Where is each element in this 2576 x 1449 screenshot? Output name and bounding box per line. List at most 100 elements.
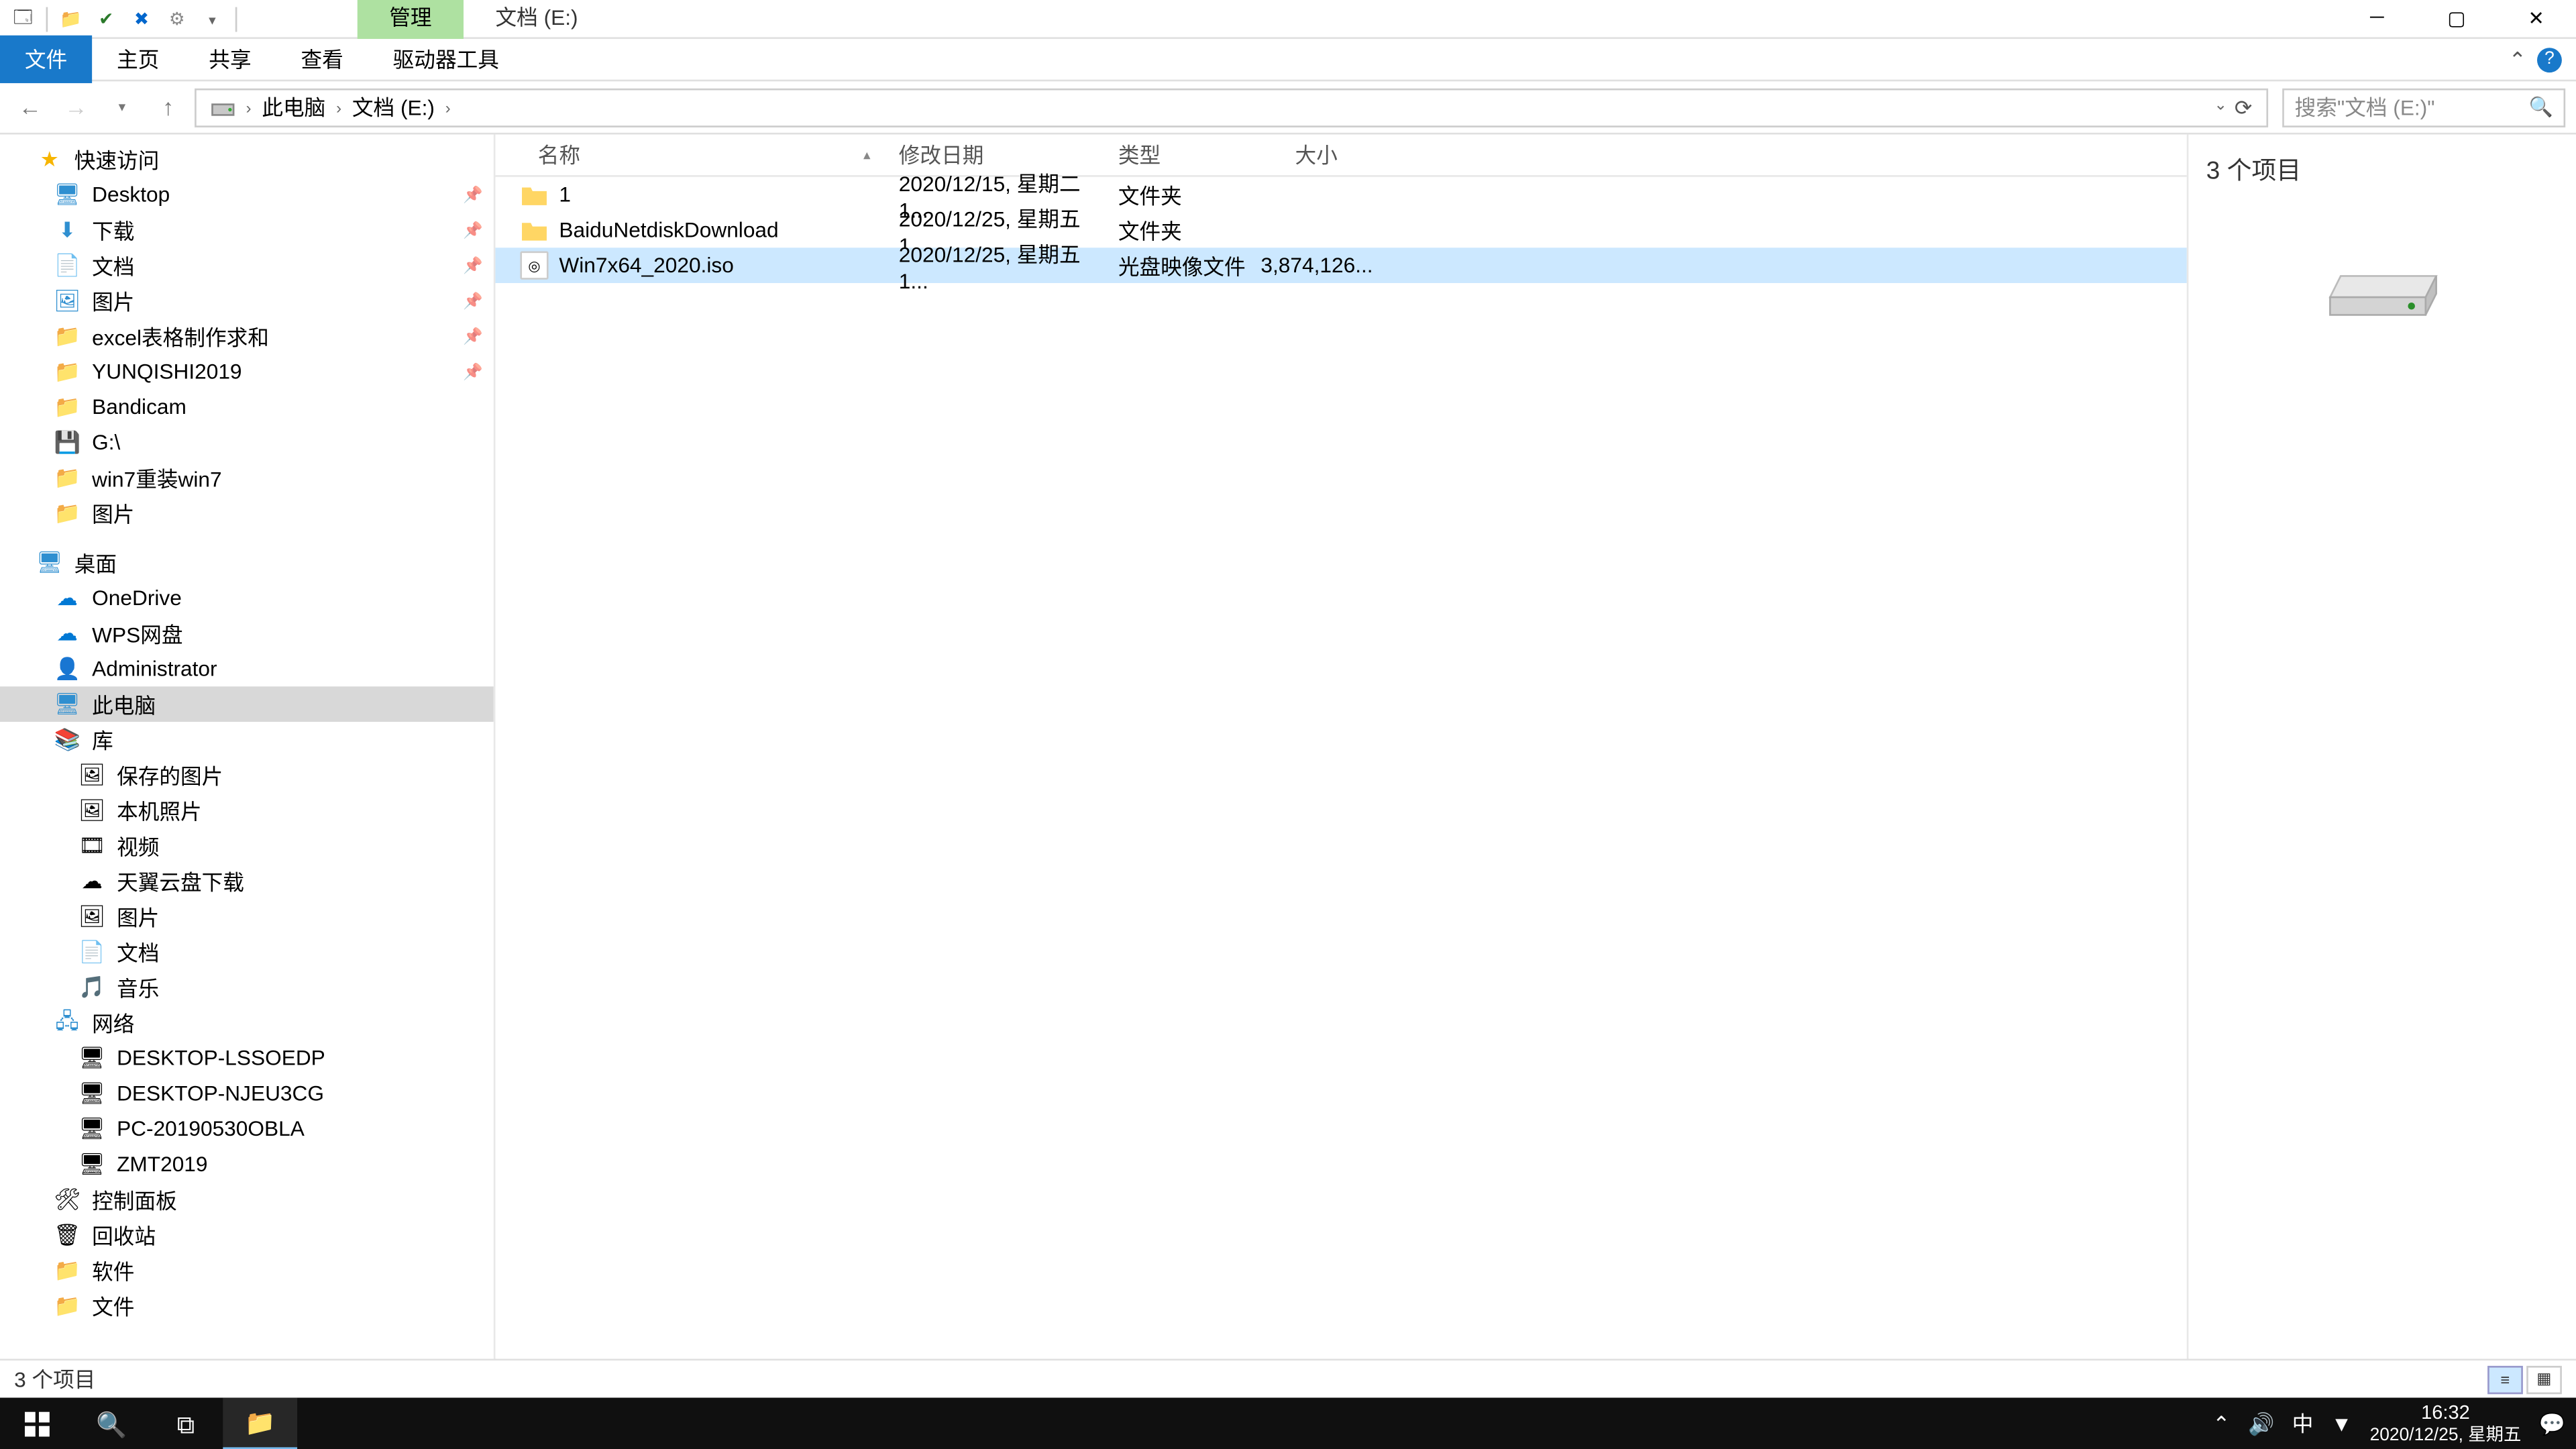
qat-folder-icon[interactable]: 📁: [55, 3, 87, 35]
nav-pinned-folder[interactable]: 📁excel表格制作求和📌: [0, 319, 494, 354]
search-button[interactable]: 🔍: [74, 1398, 149, 1449]
breadcrumb-thispc[interactable]: 此电脑: [255, 89, 333, 125]
pc-icon: 🖥: [78, 1044, 106, 1072]
nav-network-pc[interactable]: 🖥PC-20190530OBLA: [0, 1111, 494, 1146]
start-button[interactable]: [0, 1398, 74, 1449]
nav-network-pc[interactable]: 🖥DESKTOP-LSSOEDP: [0, 1040, 494, 1076]
qat-dropdown-icon[interactable]: ▾: [197, 3, 228, 35]
cloud-icon: ☁: [53, 584, 81, 612]
nav-pinned-folder[interactable]: 📁win7重装win7: [0, 460, 494, 496]
qat-check-icon[interactable]: ✔: [91, 3, 122, 35]
qat-gear-icon[interactable]: ⚙: [161, 3, 193, 35]
volume-icon[interactable]: 🔊: [2248, 1412, 2274, 1437]
folder-icon: 📁: [53, 358, 81, 386]
pictures-icon: 🖼: [78, 902, 106, 930]
menu-share[interactable]: 共享: [184, 36, 276, 83]
addr-dropdown-icon[interactable]: ⌄: [2214, 95, 2227, 119]
qat-nav-icon[interactable]: 🗔: [7, 3, 39, 35]
view-details-button[interactable]: ≡: [2487, 1365, 2523, 1393]
nav-pinned-documents[interactable]: 📄文档📌: [0, 248, 494, 283]
close-button[interactable]: ✕: [2496, 0, 2576, 36]
nav-network-pc[interactable]: 🖥DESKTOP-NJEU3CG: [0, 1076, 494, 1112]
file-row[interactable]: 1 2020/12/15, 星期二 1... 文件夹: [495, 177, 2186, 213]
nav-desktop-root[interactable]: 🖥桌面: [0, 545, 494, 580]
breadcrumb-sep[interactable]: ›: [445, 98, 451, 115]
nav-back-button[interactable]: ←: [11, 88, 50, 127]
status-bar: 3 个项目 ≡ ▦: [0, 1358, 2576, 1397]
user-icon: 👤: [53, 655, 81, 683]
nav-library-item[interactable]: 🖼图片: [0, 899, 494, 934]
maximize-button[interactable]: ▢: [2417, 0, 2497, 36]
nav-pinned-downloads[interactable]: ⬇下载📌: [0, 212, 494, 248]
nav-libraries[interactable]: 📚库: [0, 722, 494, 757]
file-row[interactable]: BaiduNetdiskDownload 2020/12/25, 星期五 1..…: [495, 212, 2186, 248]
folder-icon: 📁: [53, 392, 81, 421]
nav-network-pc[interactable]: 🖥ZMT2019: [0, 1146, 494, 1182]
column-headers: 名称▴ 修改日期 类型 大小: [495, 134, 2186, 176]
qat-close-icon[interactable]: ✖: [125, 3, 157, 35]
nav-library-item[interactable]: 🎵音乐: [0, 969, 494, 1005]
nav-user[interactable]: 👤Administrator: [0, 651, 494, 687]
tray-chevron-icon[interactable]: ⌃: [2212, 1412, 2231, 1437]
nav-forward-button[interactable]: →: [56, 88, 95, 127]
view-icons-button[interactable]: ▦: [2526, 1365, 2562, 1393]
menu-file[interactable]: 文件: [0, 36, 92, 83]
nav-recycle[interactable]: 🗑回收站: [0, 1218, 494, 1253]
pictures-icon: 🖼: [78, 796, 106, 824]
nav-pinned-desktop[interactable]: 🖥Desktop📌: [0, 177, 494, 213]
tray-app-icon[interactable]: ▼: [2331, 1412, 2352, 1437]
nav-pinned-drive[interactable]: 💾G:\: [0, 425, 494, 460]
pin-icon: 📌: [463, 185, 483, 205]
ribbon-expand-icon[interactable]: ⌃: [2509, 47, 2527, 72]
nav-pinned-pictures[interactable]: 🖼图片📌: [0, 283, 494, 319]
contextual-tab-manage[interactable]: 管理: [358, 0, 464, 39]
nav-onedrive[interactable]: ☁OneDrive: [0, 580, 494, 616]
cloud-icon: ☁: [53, 619, 81, 647]
nav-thispc[interactable]: 🖥此电脑: [0, 686, 494, 722]
search-input[interactable]: 搜索"文档 (E:)" 🔍: [2282, 88, 2565, 127]
nav-pinned-folder[interactable]: 📁Bandicam: [0, 389, 494, 425]
col-type[interactable]: 类型: [1104, 134, 1281, 175]
nav-library-item[interactable]: 📄文档: [0, 934, 494, 970]
nav-control-panel[interactable]: 🛠控制面板: [0, 1182, 494, 1218]
file-row[interactable]: ◎Win7x64_2020.iso 2020/12/25, 星期五 1... 光…: [495, 248, 2186, 283]
refresh-icon[interactable]: ⟳: [2235, 95, 2253, 119]
system-tray: ⌃ 🔊 中 ▼ 16:32 2020/12/25, 星期五 💬: [2202, 1403, 2576, 1446]
folder-icon: 📁: [53, 499, 81, 527]
breadcrumb-sep[interactable]: ›: [246, 98, 252, 115]
music-icon: 🎵: [78, 973, 106, 1002]
nav-library-item[interactable]: 🖼保存的图片: [0, 757, 494, 793]
breadcrumb-bar[interactable]: › 此电脑 › 文档 (E:) › ⌄ ⟳: [195, 88, 2268, 127]
nav-pinned-folder[interactable]: 📁图片: [0, 495, 494, 531]
nav-folder[interactable]: 📁文件: [0, 1288, 494, 1324]
breadcrumb-drive[interactable]: 文档 (E:): [345, 89, 441, 125]
nav-quick-access[interactable]: ★快速访问: [0, 142, 494, 177]
nav-pinned-folder[interactable]: 📁YUNQISHI2019📌: [0, 354, 494, 389]
nav-history-dropdown[interactable]: ▾: [103, 88, 142, 127]
nav-wps[interactable]: ☁WPS网盘: [0, 616, 494, 651]
nav-up-button[interactable]: ↑: [149, 88, 188, 127]
nav-library-item[interactable]: ☁天翼云盘下载: [0, 863, 494, 899]
nav-library-item[interactable]: 🎞视频: [0, 828, 494, 863]
breadcrumb-drive-icon[interactable]: [203, 93, 242, 121]
col-size[interactable]: 大小: [1281, 134, 1387, 175]
taskbar-explorer[interactable]: 📁: [223, 1398, 297, 1449]
nav-network[interactable]: 🖧网络: [0, 1005, 494, 1040]
folder-icon: 📁: [53, 322, 81, 350]
taskview-button[interactable]: ⧉: [149, 1398, 223, 1449]
breadcrumb-sep[interactable]: ›: [336, 98, 341, 115]
notifications-icon[interactable]: 💬: [2539, 1412, 2565, 1437]
nav-folder[interactable]: 📁软件: [0, 1252, 494, 1288]
col-name[interactable]: 名称▴: [495, 134, 884, 175]
search-icon[interactable]: 🔍: [2529, 95, 2553, 118]
help-icon[interactable]: ?: [2537, 47, 2562, 72]
nav-library-item[interactable]: 🖼本机照片: [0, 793, 494, 828]
minimize-button[interactable]: ─: [2337, 0, 2417, 36]
recycle-icon: 🗑: [53, 1221, 81, 1249]
menu-view[interactable]: 查看: [276, 36, 368, 83]
menu-home[interactable]: 主页: [92, 36, 184, 83]
ime-icon[interactable]: 中: [2292, 1409, 2314, 1440]
clock[interactable]: 16:32 2020/12/25, 星期五: [2370, 1403, 2522, 1446]
folder-icon: 📁: [53, 1291, 81, 1320]
menu-drivetools[interactable]: 驱动器工具: [368, 36, 524, 83]
